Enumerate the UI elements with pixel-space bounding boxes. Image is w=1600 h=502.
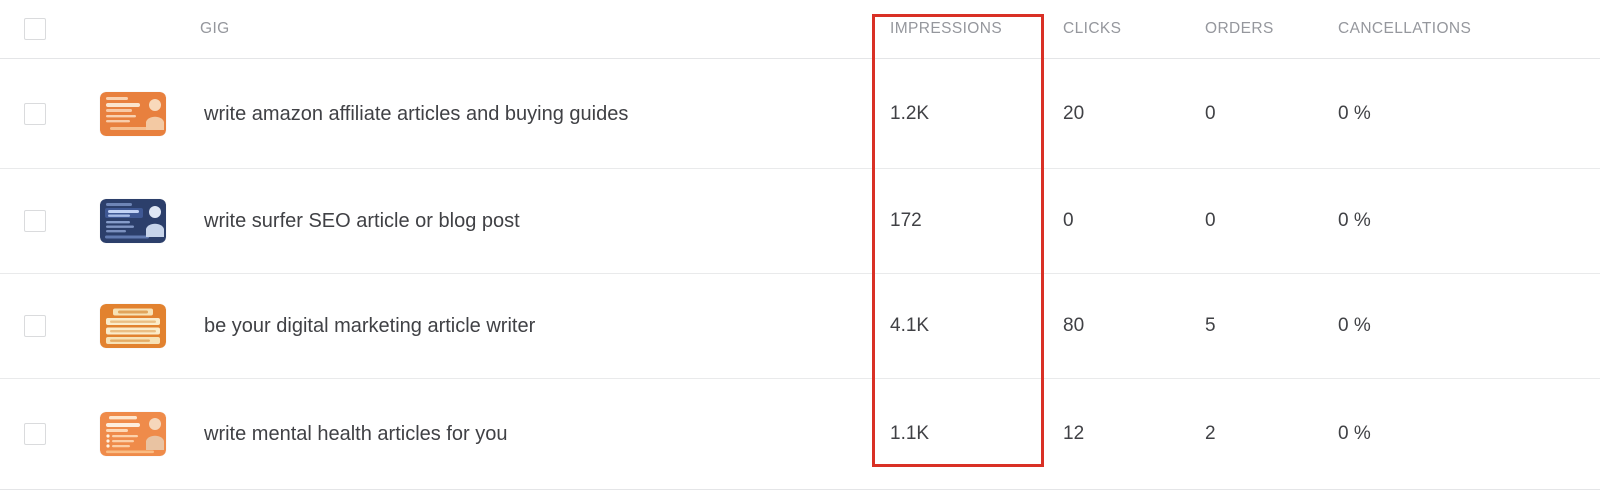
cancellations-value: 0 % xyxy=(1338,423,1371,444)
clicks-value: 80 xyxy=(1063,315,1085,336)
row-checkbox[interactable] xyxy=(24,315,46,337)
column-header-gig[interactable]: GIG xyxy=(200,20,230,38)
cancellations-value: 0 % xyxy=(1338,210,1371,231)
column-header-cancellations-cell: CANCELLATIONS xyxy=(1320,20,1600,38)
column-header-gig-cell: GIG xyxy=(100,20,872,38)
orders-value: 0 xyxy=(1205,102,1216,124)
table-row[interactable]: write amazon affiliate articles and buyi… xyxy=(0,59,1600,169)
orders-cell: 5 xyxy=(1187,315,1320,337)
clicks-value: 20 xyxy=(1063,102,1085,124)
table-row[interactable]: write mental health articles for you 1.1… xyxy=(0,379,1600,490)
impressions-cell: 4.1K xyxy=(872,315,1045,337)
row-select-cell xyxy=(0,102,100,125)
gig-cell: write surfer SEO article or blog post xyxy=(100,199,872,243)
orders-value: 0 xyxy=(1205,210,1216,231)
gig-performance-table: GIG IMPRESSIONS CLICKS ORDERS CANCELLATI… xyxy=(0,0,1600,490)
row-select-cell xyxy=(0,423,100,445)
table-header-row: GIG IMPRESSIONS CLICKS ORDERS CANCELLATI… xyxy=(0,0,1600,59)
clicks-cell: 20 xyxy=(1045,103,1187,125)
impressions-cell: 1.2K xyxy=(872,103,1045,125)
column-header-clicks[interactable]: CLICKS xyxy=(1063,20,1121,37)
impressions-value: 1.1K xyxy=(890,423,930,444)
row-select-cell xyxy=(0,315,100,337)
select-all-cell xyxy=(0,18,100,40)
clicks-value: 0 xyxy=(1063,210,1074,231)
clicks-cell: 80 xyxy=(1045,315,1187,337)
gig-thumbnail-digital-marketing[interactable] xyxy=(100,304,166,348)
column-header-orders[interactable]: ORDERS xyxy=(1205,20,1274,37)
table-row[interactable]: write surfer SEO article or blog post 17… xyxy=(0,169,1600,274)
cancellations-value: 0 % xyxy=(1338,315,1371,336)
gig-cell: write mental health articles for you xyxy=(100,412,872,456)
table-bottom-divider xyxy=(0,489,1600,490)
gig-title[interactable]: write mental health articles for you xyxy=(204,420,507,448)
column-header-clicks-cell: CLICKS xyxy=(1045,20,1187,38)
orders-value: 5 xyxy=(1205,315,1216,336)
cancellations-cell: 0 % xyxy=(1320,423,1600,445)
orders-cell: 0 xyxy=(1187,210,1320,232)
impressions-value: 172 xyxy=(890,210,922,231)
orders-value: 2 xyxy=(1205,423,1216,444)
impressions-value: 4.1K xyxy=(890,315,930,336)
gig-thumbnail-amazon-affiliate[interactable] xyxy=(100,91,166,136)
column-header-impressions[interactable]: IMPRESSIONS xyxy=(890,20,1002,37)
orders-cell: 2 xyxy=(1187,423,1320,445)
column-header-impressions-cell: IMPRESSIONS xyxy=(872,20,1045,38)
cancellations-cell: 0 % xyxy=(1320,103,1600,125)
orders-cell: 0 xyxy=(1187,103,1320,125)
row-checkbox[interactable] xyxy=(24,423,46,445)
gig-thumbnail-mental-health[interactable] xyxy=(100,412,166,456)
cancellations-cell: 0 % xyxy=(1320,210,1600,232)
column-header-orders-cell: ORDERS xyxy=(1187,20,1320,38)
cancellations-cell: 0 % xyxy=(1320,315,1600,337)
impressions-value: 1.2K xyxy=(890,102,930,124)
gig-title[interactable]: write amazon affiliate articles and buyi… xyxy=(204,100,628,128)
gig-cell: be your digital marketing article writer xyxy=(100,304,872,348)
select-all-checkbox[interactable] xyxy=(24,18,46,40)
impressions-cell: 1.1K xyxy=(872,423,1045,445)
row-checkbox[interactable] xyxy=(24,102,46,125)
gig-title[interactable]: be your digital marketing article writer xyxy=(204,312,535,340)
gig-title[interactable]: write surfer SEO article or blog post xyxy=(204,207,520,235)
impressions-cell: 172 xyxy=(872,210,1045,232)
table-row[interactable]: be your digital marketing article writer… xyxy=(0,274,1600,379)
column-header-cancellations[interactable]: CANCELLATIONS xyxy=(1338,20,1471,37)
row-select-cell xyxy=(0,210,100,232)
gig-thumbnail-surfer-seo[interactable] xyxy=(100,199,166,243)
clicks-cell: 12 xyxy=(1045,423,1187,445)
row-checkbox[interactable] xyxy=(24,210,46,232)
gig-cell: write amazon affiliate articles and buyi… xyxy=(100,91,872,136)
clicks-cell: 0 xyxy=(1045,210,1187,232)
cancellations-value: 0 % xyxy=(1338,102,1371,124)
clicks-value: 12 xyxy=(1063,423,1085,444)
